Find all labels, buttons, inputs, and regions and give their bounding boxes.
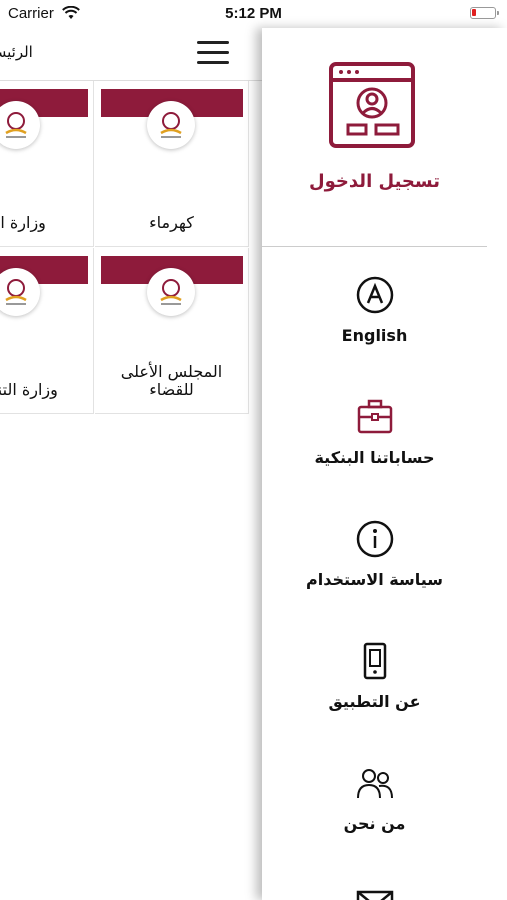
menu-item-label: حساباتنا البنكية (314, 448, 435, 467)
tile-name: وزارة الد (0, 213, 46, 232)
tile-name: وزارة التنمية (0, 380, 58, 399)
service-tile[interactable]: وزارة الد (0, 81, 94, 247)
tile-name: المجلس الأعلى للقضاء (120, 362, 223, 399)
info-icon (356, 520, 394, 558)
menu-item-label: عن التطبيق (328, 692, 421, 711)
menu-item-contact[interactable] (262, 886, 487, 900)
menu-item-english[interactable]: English (262, 276, 487, 386)
login-button[interactable]: تسجيل الدخول (262, 28, 487, 247)
battery-icon (470, 7, 499, 19)
services-logo-icon (0, 101, 40, 149)
page-title: الرئيس (0, 43, 33, 61)
menu-item-bank-accounts[interactable]: حساباتنا البنكية (262, 398, 487, 508)
clock-time: 5:12 PM (225, 5, 282, 22)
service-tile[interactable]: المجلس الأعلى للقضاء (95, 248, 249, 414)
main-screen: الرئيس كهرماء وزارة الد المجلس الأعلى لل… (0, 28, 262, 900)
menu-item-usage-policy[interactable]: سياسة الاستخدام (262, 520, 487, 630)
mobile-icon (363, 642, 387, 680)
language-a-icon (356, 276, 394, 314)
main-header: الرئيس (0, 28, 262, 81)
service-tile[interactable]: كهرماء (95, 81, 249, 247)
menu-item-label: سياسة الاستخدام (306, 570, 443, 589)
services-logo-icon (147, 101, 195, 149)
briefcase-icon (357, 399, 393, 434)
services-logo-icon (147, 268, 195, 316)
login-icon (329, 62, 415, 148)
status-bar: Carrier 5:12 PM (0, 0, 507, 28)
mail-icon (356, 890, 394, 900)
tile-name: كهرماء (149, 213, 194, 232)
side-drawer: تسجيل الدخول English حساباتنا البنكية سي… (262, 28, 507, 900)
login-label: تسجيل الدخول (309, 171, 440, 192)
menu-item-label: English (341, 326, 408, 345)
users-icon (357, 769, 393, 799)
menu-icon[interactable] (197, 39, 229, 67)
service-tile[interactable]: وزارة التنمية (0, 248, 94, 414)
services-logo-icon (0, 268, 40, 316)
menu-item-label: من نحن (343, 814, 406, 833)
menu-item-about-app[interactable]: عن التطبيق (262, 642, 487, 752)
menu-item-about-us[interactable]: من نحن (262, 764, 487, 874)
